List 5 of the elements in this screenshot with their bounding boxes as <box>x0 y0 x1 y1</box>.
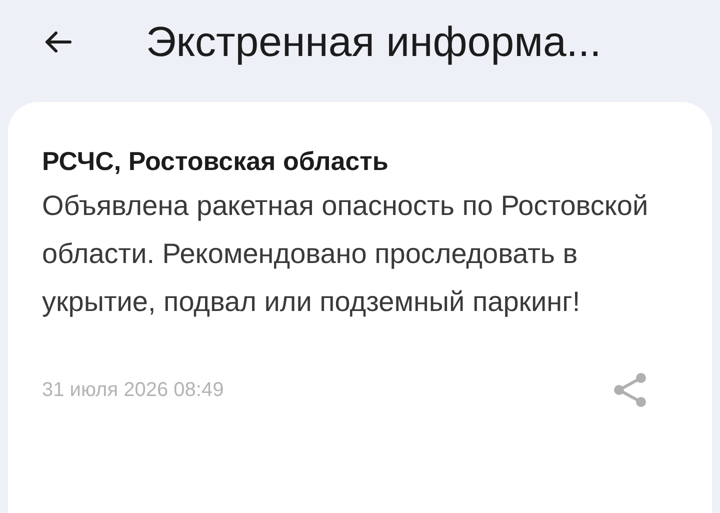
message-text: Объявлена ракетная опасность по Ростовской области. Рекомендовано проследовать в укрытие, подвал или подземный паркинг! <box>42 189 650 319</box>
sender-name: РСЧС, Ростовская область <box>42 145 390 178</box>
back-arrow-icon <box>44 30 72 54</box>
page-title: Экстренная информа... <box>146 18 602 66</box>
message-date: 31 июля 2026 08:49 <box>42 378 224 402</box>
